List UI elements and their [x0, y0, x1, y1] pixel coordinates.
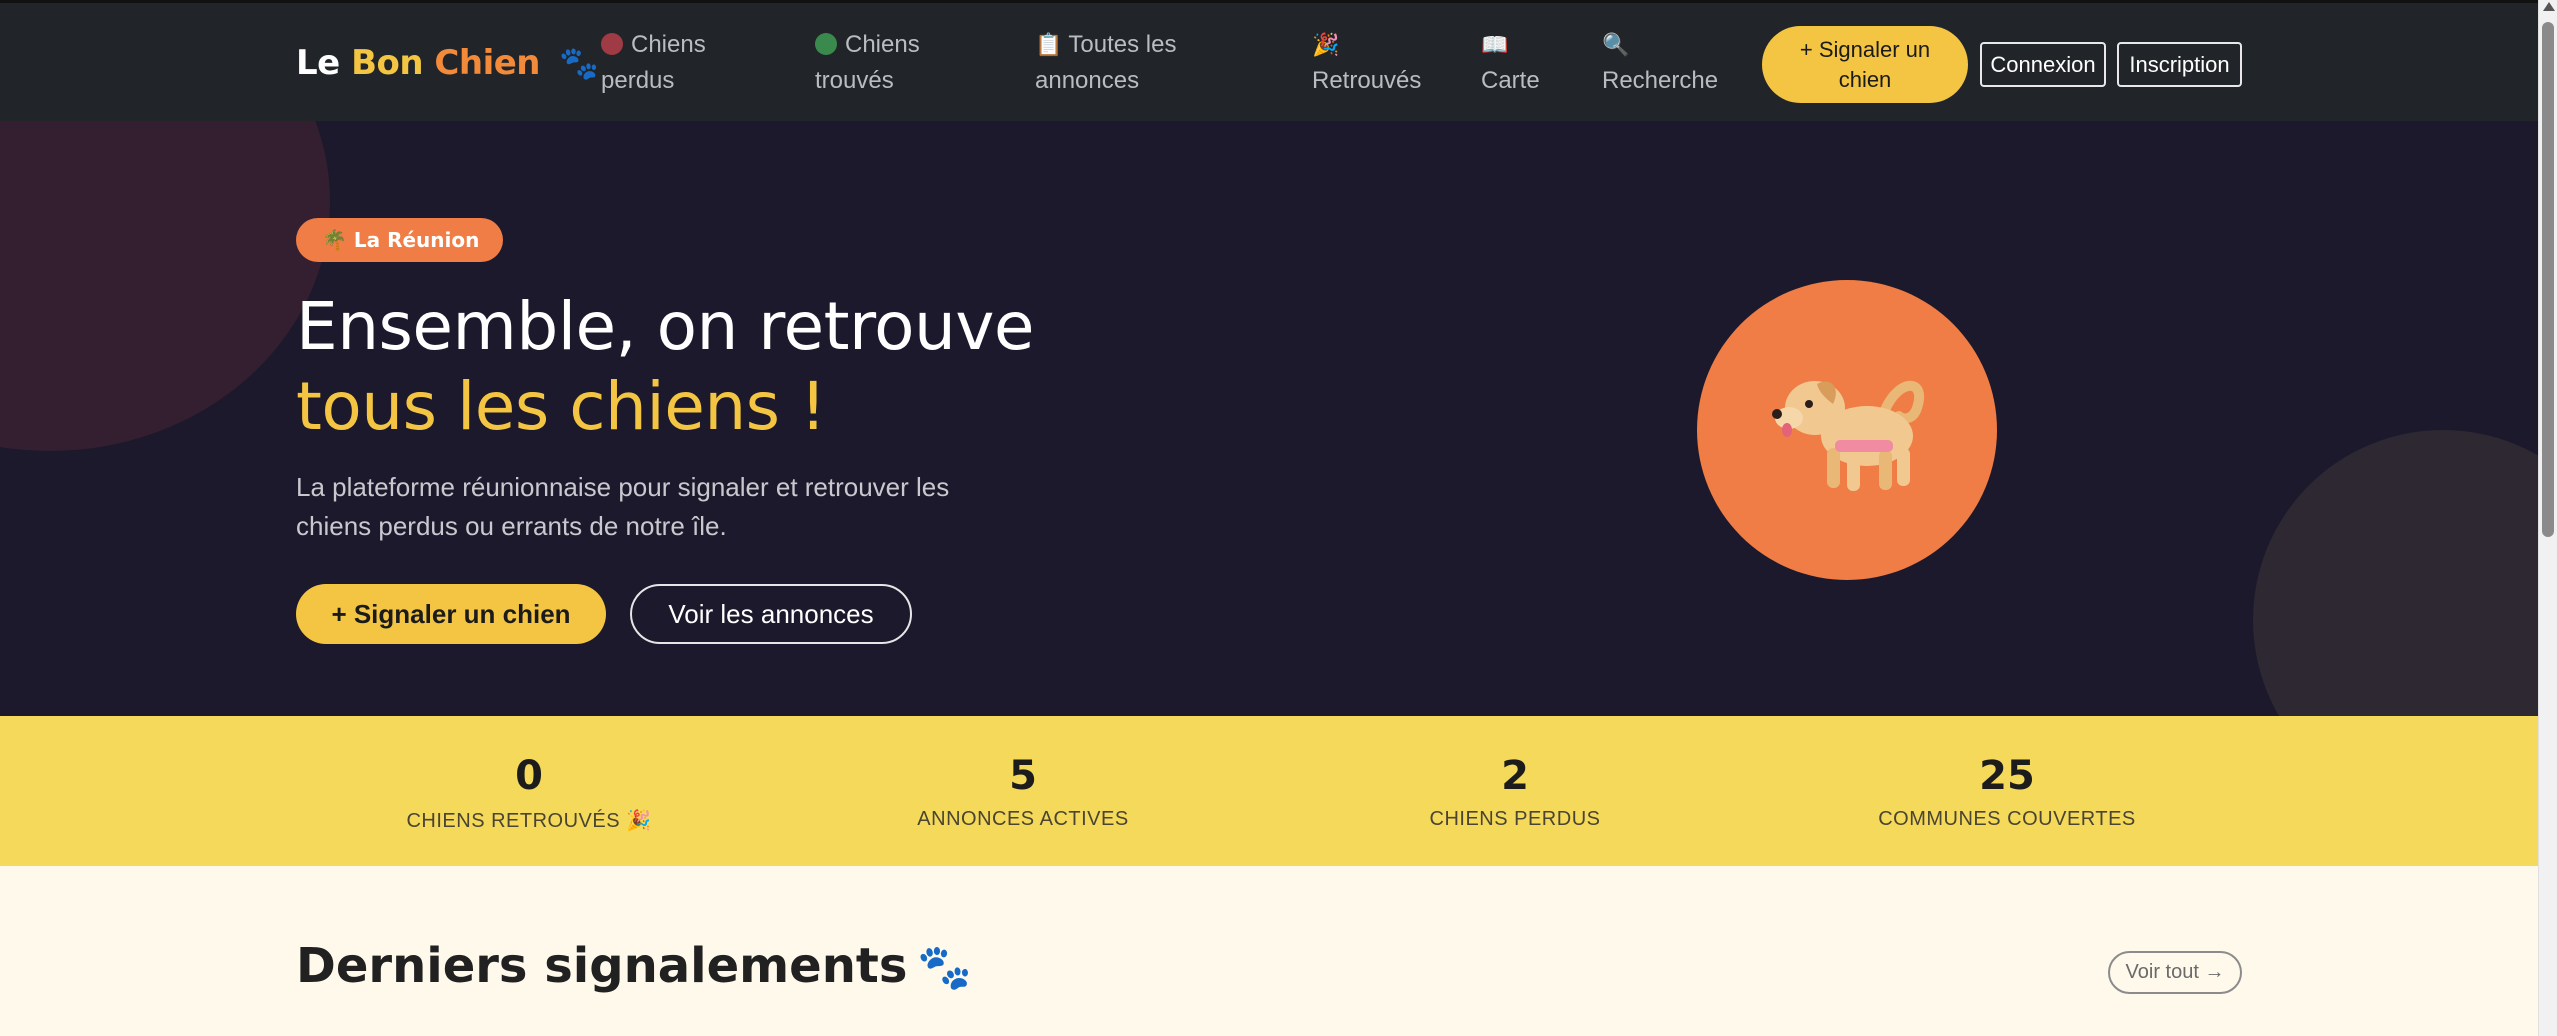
report-dog-nav-label-2: chien — [1838, 66, 1892, 92]
stat-value: 25 — [1979, 753, 2035, 799]
hero-title-line-1: Ensemble, on retrouve — [296, 288, 1035, 365]
party-popper-icon: 🎉 — [1312, 32, 1340, 57]
stat-label: CHIENS RETROUVÉS 🎉 — [406, 810, 652, 832]
hero-subtitle-line-1: La plateforme réunionnaise pour signaler… — [296, 472, 950, 502]
nav-link-all-label-2: annonces — [1035, 67, 1140, 94]
red-circle-icon — [601, 33, 623, 55]
nav-link-reunited-label: Retrouvés — [1312, 67, 1422, 94]
paw-prints-icon: 🐾 — [917, 942, 973, 993]
nav-link-search[interactable]: 🔍 Recherche — [1602, 27, 1718, 99]
stat-value: 5 — [1009, 753, 1037, 799]
signup-button[interactable]: Inscription — [2117, 42, 2242, 87]
nav-link-found-label-1: Chiens — [845, 31, 920, 58]
stat-active-listings: 5 ANNONCES ACTIVES — [823, 716, 1223, 831]
nav-link-lost-label-2: perdus — [601, 67, 675, 94]
nav-link-map-label: Carte — [1481, 67, 1540, 94]
green-circle-icon — [815, 33, 837, 55]
stats-bar: 0 CHIENS RETROUVÉS 🎉 5 ANNONCES ACTIVES … — [0, 716, 2538, 866]
paw-icon: 🐾 — [559, 44, 599, 82]
page-scrollbar[interactable] — [2538, 0, 2557, 1036]
nav-link-map[interactable]: 📖 Carte — [1481, 27, 1540, 99]
hero-illustration — [1697, 280, 1997, 580]
hero-title: Ensemble, on retrouve tous les chiens ! — [296, 287, 1035, 447]
brand-word-chien: Chien — [434, 43, 540, 83]
stat-label: COMMUNES COUVERTES — [1878, 808, 2136, 830]
stat-dogs-reunited: 0 CHIENS RETROUVÉS 🎉 — [329, 716, 729, 833]
nav-link-found-label-2: trouvés — [815, 67, 894, 94]
stat-communes-covered: 25 COMMUNES COUVERTES — [1807, 716, 2207, 831]
see-all-button[interactable]: Voir tout → — [2108, 951, 2242, 994]
stat-label: CHIENS PERDUS — [1429, 808, 1601, 830]
magnifier-icon: 🔍 — [1602, 32, 1630, 57]
decorative-circle-left — [0, 121, 330, 451]
latest-reports-title-text: Derniers signalements — [296, 938, 908, 994]
brand-word-le: Le — [296, 43, 340, 83]
dog-icon — [1772, 380, 1924, 491]
nav-link-all-label-1: Toutes les — [1068, 31, 1177, 58]
latest-reports-title: Derniers signalements 🐾 — [296, 938, 972, 994]
stat-label: ANNONCES ACTIVES — [917, 808, 1129, 830]
hero-subtitle-line-2: chiens perdus ou errants de notre île. — [296, 511, 727, 541]
nav-link-lost-dogs[interactable]: Chiens perdus — [601, 27, 706, 99]
scrollbar-thumb[interactable] — [2542, 22, 2554, 537]
map-icon: 📖 — [1481, 32, 1509, 57]
nav-link-lost-label-1: Chiens — [631, 31, 706, 58]
hero-title-line-2: tous les chiens ! — [296, 368, 826, 445]
hero-subtitle: La plateforme réunionnaise pour signaler… — [296, 468, 1016, 546]
decorative-circle-right — [2253, 430, 2538, 716]
hero-section: 🌴 La Réunion Ensemble, on retrouve tous … — [0, 121, 2538, 716]
view-listings-button[interactable]: Voir les annonces — [630, 584, 912, 644]
stat-lost-dogs: 2 CHIENS PERDUS — [1315, 716, 1715, 831]
nav-link-search-label: Recherche — [1602, 67, 1719, 94]
clipboard-icon: 📋 — [1035, 32, 1063, 57]
nav-link-reunited[interactable]: 🎉 Retrouvés — [1312, 27, 1421, 99]
region-badge: 🌴 La Réunion — [296, 218, 504, 262]
brand-word-bon: Bon — [351, 43, 424, 83]
login-button[interactable]: Connexion — [1980, 42, 2106, 87]
report-dog-nav-label-1: + Signaler un — [1799, 36, 1931, 62]
stat-value: 2 — [1501, 753, 1529, 799]
scroll-up-arrow-icon[interactable] — [2543, 2, 2555, 11]
report-dog-button[interactable]: + Signaler un chien — [296, 584, 606, 644]
report-dog-nav-button[interactable]: + Signaler un chien — [1762, 26, 1968, 103]
nav-link-all-listings[interactable]: 📋 Toutes les annonces — [1035, 27, 1176, 99]
nav-link-found-dogs[interactable]: Chiens trouvés — [815, 27, 920, 99]
stat-value: 0 — [515, 753, 543, 799]
navbar: Le Bon Chien 🐾 Chiens perdus Chiens trou… — [0, 0, 2538, 121]
brand-logo[interactable]: Le Bon Chien 🐾 — [296, 43, 599, 83]
